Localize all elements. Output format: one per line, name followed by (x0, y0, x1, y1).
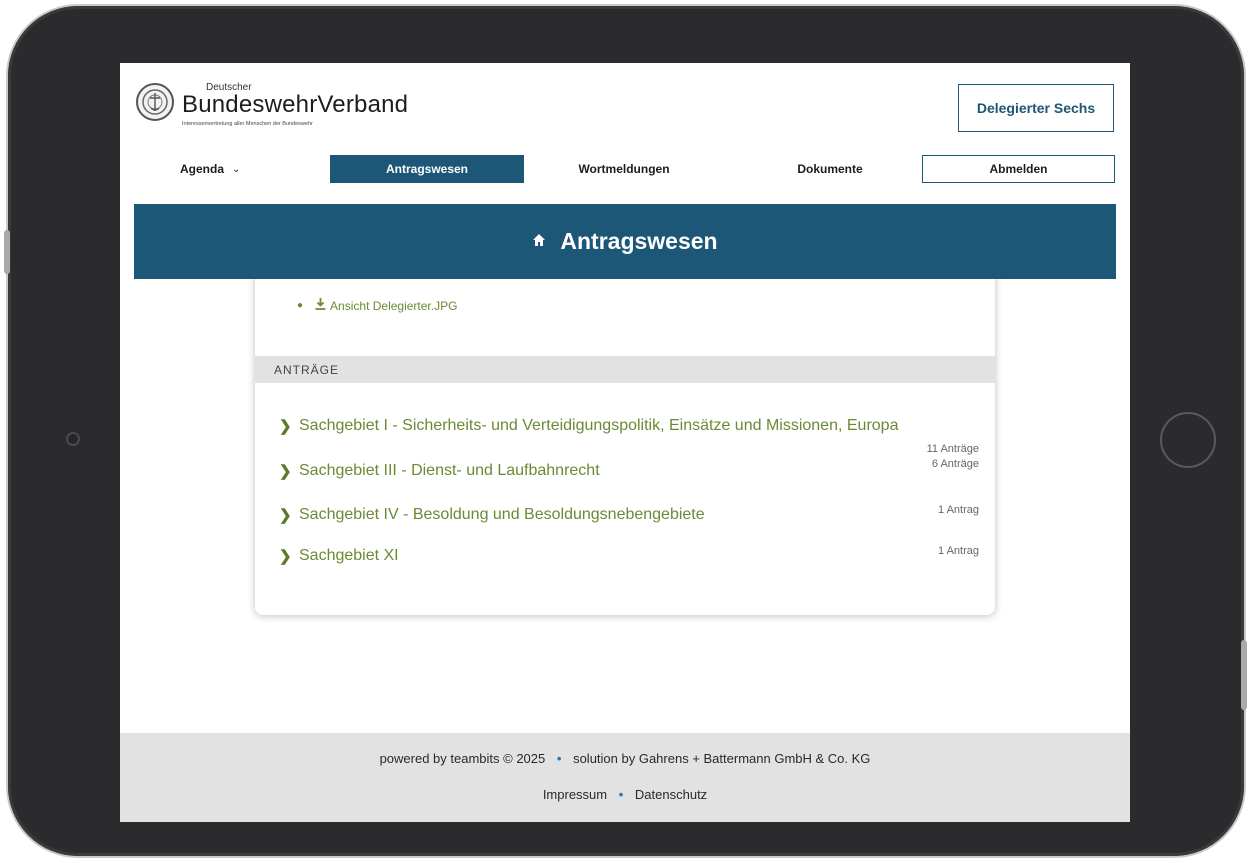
home-icon (532, 232, 546, 252)
chevron-right-icon: ❯ (279, 463, 292, 480)
antrag-row[interactable]: ❯ Sachgebiet IV - Besoldung und Besoldun… (279, 504, 979, 530)
footer: powered by teambits © 2025 • solution by… (120, 733, 1130, 822)
chevron-right-icon: ❯ (279, 418, 292, 435)
attachment-link[interactable]: ● Ansicht Delegierter.JPG (297, 298, 457, 313)
antrag-label[interactable]: Sachgebiet III - Dienst- und Laufbahnrec… (299, 462, 600, 480)
chevron-right-icon: ❯ (279, 507, 292, 524)
attachment-label: Ansicht Delegierter.JPG (330, 298, 458, 313)
chevron-down-icon: ⌄ (232, 163, 241, 175)
chevron-right-icon: ❯ (279, 548, 292, 565)
user-button[interactable]: Delegierter Sechs (958, 84, 1114, 132)
antrag-row[interactable]: ❯ Sachgebiet XI 1 Antrag (279, 545, 979, 571)
screen: Deutscher BundeswehrVerband Interessenve… (120, 63, 1130, 822)
tablet-side-button (4, 230, 10, 274)
datenschutz-link[interactable]: Datenschutz (635, 787, 707, 802)
bullet: ● (297, 300, 304, 311)
antrag-row[interactable]: ❯ Sachgebiet III - Dienst- und Laufbahnr… (279, 458, 979, 486)
separator-dot: • (618, 787, 624, 802)
logout-button[interactable]: Abmelden (922, 155, 1115, 183)
solution-by-link[interactable]: solution by Gahrens + Battermann GmbH & … (573, 751, 870, 766)
logo-wordmark[interactable]: BundeswehrVerband (182, 91, 408, 119)
nav-agenda[interactable]: Agenda ⌄ (180, 155, 270, 183)
antrag-count: 6 Anträge (931, 458, 979, 470)
nav-antragswesen[interactable]: Antragswesen (330, 155, 524, 183)
footer-credits: powered by teambits © 2025 • solution by… (120, 751, 1130, 766)
logo-tagline: Interessenvertretung aller Menschen der … (182, 121, 313, 127)
tablet-home-button[interactable] (1160, 412, 1216, 468)
nav-agenda-label: Agenda (180, 162, 225, 176)
antrag-label[interactable]: Sachgebiet XI (299, 547, 399, 565)
powered-by-link[interactable]: powered by teambits © 2025 (380, 751, 546, 766)
antrag-label[interactable]: Sachgebiet IV - Besoldung und Besoldungs… (299, 506, 705, 524)
tablet-camera (66, 432, 80, 446)
tablet-side-button (1241, 640, 1247, 710)
page-banner: Antragswesen (134, 204, 1116, 279)
separator-dot: • (556, 751, 562, 766)
content-card: ● Ansicht Delegierter.JPG ANTRÄGE ❯ Sach… (255, 253, 995, 615)
antrag-count: 11 Anträge (926, 443, 979, 455)
page-title: Antragswesen (560, 228, 718, 254)
section-header-antraege: ANTRÄGE (255, 356, 995, 383)
nav-dokumente[interactable]: Dokumente (760, 155, 900, 183)
antrag-count: 1 Antrag (938, 504, 979, 516)
nav-wortmeldungen[interactable]: Wortmeldungen (544, 155, 704, 183)
antrag-count: 1 Antrag (938, 545, 979, 557)
antrag-label[interactable]: Sachgebiet I - Sicherheits- und Verteidi… (299, 417, 898, 435)
impressum-link[interactable]: Impressum (543, 787, 607, 802)
logo-emblem-icon[interactable] (136, 83, 174, 121)
antrag-row[interactable]: ❯ Sachgebiet I - Sicherheits- und Vertei… (279, 415, 979, 455)
download-icon (315, 298, 326, 313)
footer-links: Impressum • Datenschutz (120, 787, 1130, 802)
